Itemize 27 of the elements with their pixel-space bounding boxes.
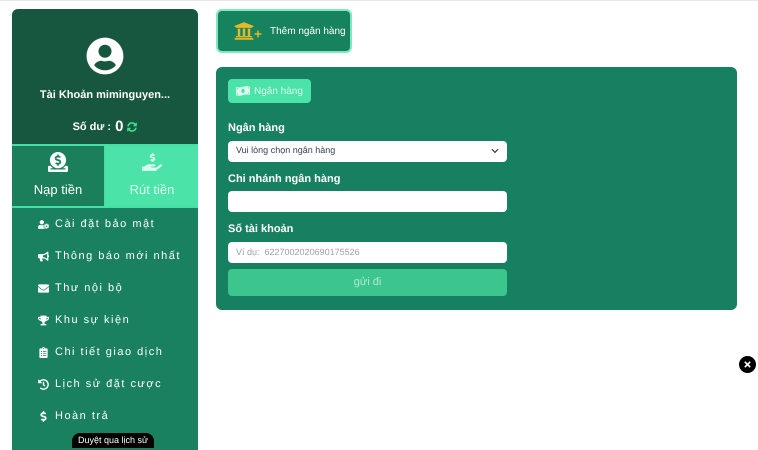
- hand-coin-icon: [142, 152, 162, 172]
- menu-item[interactable]: Thư nội bộ: [38, 272, 198, 304]
- menu-item[interactable]: Hoàn trả: [38, 400, 198, 432]
- balance-label: Số dư :: [72, 120, 112, 134]
- input-field[interactable]: Ví dụ: 6227002020690175526: [228, 242, 507, 262]
- input-field[interactable]: [228, 191, 507, 212]
- menu-item[interactable]: Chi tiết giao dịch: [38, 336, 198, 368]
- field-label: Ngân hàng: [228, 121, 286, 136]
- close-icon: [743, 360, 752, 369]
- add-bank-button[interactable]: Thêm ngân hàng: [216, 9, 352, 53]
- menu-item[interactable]: Lịch sử đặt cược: [38, 368, 198, 400]
- refresh-icon[interactable]: [127, 122, 138, 132]
- tooltip: Duyệt qua lịch sử: [72, 433, 154, 448]
- bank-select[interactable]: Vui lòng chọn ngân hàng: [228, 140, 507, 162]
- menu-item[interactable]: Khu sự kiện: [38, 304, 198, 336]
- account-name: Tài Khoản miminguyen...: [40, 88, 170, 103]
- balance-value: 0: [115, 116, 124, 136]
- close-button[interactable]: [739, 356, 756, 373]
- menu-item[interactable]: Thông báo mới nhất: [38, 240, 198, 272]
- wallet-tab[interactable]: Nạp tiền: [12, 146, 106, 206]
- field-label: Số tài khoản: [228, 222, 294, 237]
- avatar-icon: [86, 37, 124, 75]
- field-label: Chi nhánh ngân hàng: [228, 172, 342, 186]
- bank-add-icon: [234, 21, 262, 41]
- chevron-icon: [491, 147, 499, 155]
- menu-item[interactable]: Cài đặt bảo mật: [38, 208, 198, 240]
- coin-icon: [48, 152, 68, 172]
